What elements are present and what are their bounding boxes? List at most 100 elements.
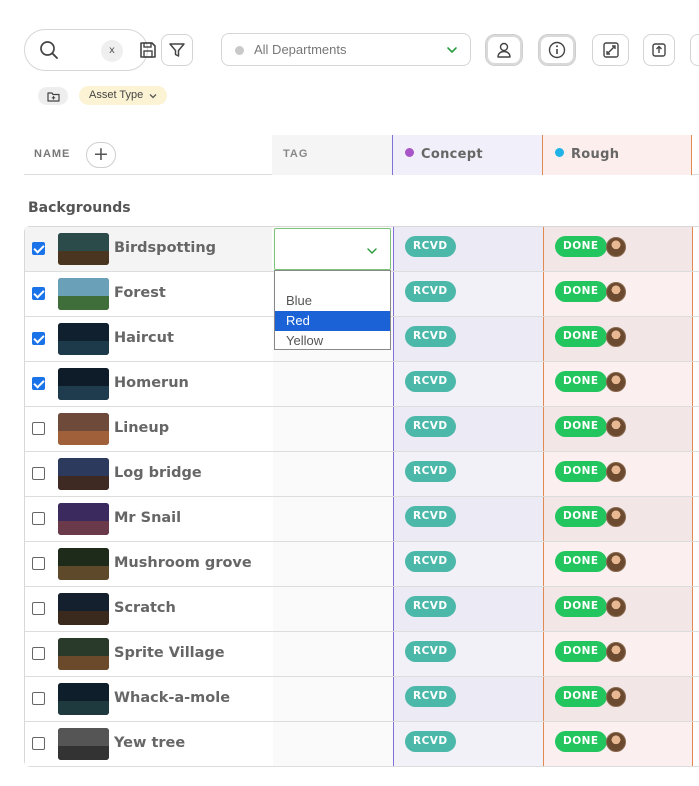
name-cell[interactable]: Mushroom grove — [25, 542, 272, 586]
concept-cell[interactable]: RCVD — [393, 362, 543, 406]
name-cell[interactable]: Scratch — [25, 587, 272, 631]
search-icon[interactable] — [39, 40, 59, 60]
asset-name[interactable]: Haircut — [114, 330, 174, 346]
tag-cell[interactable] — [273, 542, 393, 586]
rough-status-badge[interactable]: DONE — [555, 506, 607, 527]
column-header-concept[interactable]: Concept — [392, 135, 542, 175]
search-bar[interactable]: x — [24, 29, 156, 71]
concept-cell[interactable]: RCVD — [393, 452, 543, 496]
name-cell[interactable]: Birdspotting — [25, 227, 272, 271]
column-header-rough[interactable]: Rough — [542, 135, 692, 175]
asset-name[interactable]: Scratch — [114, 600, 176, 616]
row-checkbox[interactable] — [32, 422, 45, 435]
concept-status-badge[interactable]: RCVD — [405, 326, 456, 347]
avatar[interactable] — [606, 237, 626, 257]
concept-cell[interactable]: RCVD — [393, 497, 543, 541]
concept-cell[interactable]: RCVD — [393, 632, 543, 676]
search-clear-button[interactable]: x — [101, 40, 123, 62]
tag-option[interactable] — [275, 271, 390, 291]
concept-cell[interactable]: RCVD — [393, 227, 543, 271]
concept-status-badge[interactable]: RCVD — [405, 236, 456, 257]
row-checkbox[interactable] — [32, 242, 45, 255]
name-cell[interactable]: Sprite Village — [25, 632, 272, 676]
rough-cell[interactable]: DONE — [543, 317, 693, 361]
table-row[interactable]: Mr Snail RCVD DONE — [25, 497, 699, 542]
rough-cell[interactable]: DONE — [543, 272, 693, 316]
asset-name[interactable]: Log bridge — [114, 465, 202, 481]
concept-status-badge[interactable]: RCVD — [405, 551, 456, 572]
table-row[interactable]: Homerun RCVD DONE — [25, 362, 699, 407]
rough-status-badge[interactable]: DONE — [555, 551, 607, 572]
add-column-button[interactable]: + — [86, 142, 116, 168]
asset-thumbnail[interactable] — [58, 233, 109, 265]
rough-status-badge[interactable]: DONE — [555, 236, 607, 257]
row-checkbox[interactable] — [32, 737, 45, 750]
rough-status-badge[interactable]: DONE — [555, 326, 607, 347]
expand-button[interactable] — [592, 34, 629, 66]
concept-status-badge[interactable]: RCVD — [405, 281, 456, 302]
name-cell[interactable]: Whack-a-mole — [25, 677, 272, 721]
asset-thumbnail[interactable] — [58, 638, 109, 670]
rough-cell[interactable]: DONE — [543, 677, 693, 721]
rough-cell[interactable]: DONE — [543, 722, 693, 766]
asset-thumbnail[interactable] — [58, 458, 109, 490]
avatar[interactable] — [606, 462, 626, 482]
table-row[interactable]: Sprite Village RCVD DONE — [25, 632, 699, 677]
asset-thumbnail[interactable] — [58, 548, 109, 580]
concept-status-badge[interactable]: RCVD — [405, 641, 456, 662]
row-checkbox[interactable] — [32, 467, 45, 480]
rough-status-badge[interactable]: DONE — [555, 461, 607, 482]
rough-cell[interactable]: DONE — [543, 362, 693, 406]
tag-cell[interactable] — [273, 452, 393, 496]
row-checkbox[interactable] — [32, 647, 45, 660]
row-checkbox[interactable] — [32, 512, 45, 525]
concept-status-badge[interactable]: RCVD — [405, 506, 456, 527]
rough-cell[interactable]: DONE — [543, 632, 693, 676]
rough-status-badge[interactable]: DONE — [555, 416, 607, 437]
department-select[interactable]: All Departments — [221, 33, 471, 66]
concept-status-badge[interactable]: RCVD — [405, 731, 456, 752]
asset-name[interactable]: Yew tree — [114, 735, 185, 751]
asset-thumbnail[interactable] — [58, 683, 109, 715]
concept-status-badge[interactable]: RCVD — [405, 461, 456, 482]
rough-cell[interactable]: DONE — [543, 407, 693, 451]
rough-cell[interactable]: DONE — [543, 452, 693, 496]
tag-cell[interactable] — [273, 362, 393, 406]
folder-filter-chip[interactable] — [38, 87, 68, 105]
asset-thumbnail[interactable] — [58, 368, 109, 400]
asset-name[interactable]: Sprite Village — [114, 645, 225, 661]
rough-status-badge[interactable]: DONE — [555, 686, 607, 707]
tag-cell[interactable] — [273, 677, 393, 721]
asset-name[interactable]: Birdspotting — [114, 240, 216, 256]
concept-status-badge[interactable]: RCVD — [405, 416, 456, 437]
assignee-button[interactable] — [485, 34, 523, 66]
table-row[interactable]: Mushroom grove RCVD DONE — [25, 542, 699, 587]
avatar[interactable] — [606, 732, 626, 752]
concept-status-badge[interactable]: RCVD — [405, 371, 456, 392]
concept-cell[interactable]: RCVD — [393, 722, 543, 766]
asset-name[interactable]: Lineup — [114, 420, 169, 436]
avatar[interactable] — [606, 687, 626, 707]
asset-thumbnail[interactable] — [58, 413, 109, 445]
concept-cell[interactable]: RCVD — [393, 317, 543, 361]
column-header-tag[interactable]: TAG — [272, 135, 392, 175]
rough-cell[interactable]: DONE — [543, 587, 693, 631]
name-cell[interactable]: Log bridge — [25, 452, 272, 496]
more-button[interactable] — [690, 34, 699, 66]
filter-button[interactable] — [161, 34, 193, 66]
table-row[interactable]: Log bridge RCVD DONE — [25, 452, 699, 497]
table-row[interactable]: Lineup RCVD DONE — [25, 407, 699, 452]
name-cell[interactable]: Mr Snail — [25, 497, 272, 541]
asset-type-filter-chip[interactable]: Asset Type — [79, 86, 168, 105]
concept-status-badge[interactable]: RCVD — [405, 596, 456, 617]
concept-cell[interactable]: RCVD — [393, 407, 543, 451]
row-checkbox[interactable] — [32, 602, 45, 615]
concept-cell[interactable]: RCVD — [393, 272, 543, 316]
avatar[interactable] — [606, 417, 626, 437]
name-cell[interactable]: Homerun — [25, 362, 272, 406]
tag-cell[interactable] — [273, 407, 393, 451]
rough-cell[interactable]: DONE — [543, 542, 693, 586]
rough-cell[interactable]: DONE — [543, 497, 693, 541]
tag-cell[interactable] — [273, 722, 393, 766]
row-checkbox[interactable] — [32, 377, 45, 390]
